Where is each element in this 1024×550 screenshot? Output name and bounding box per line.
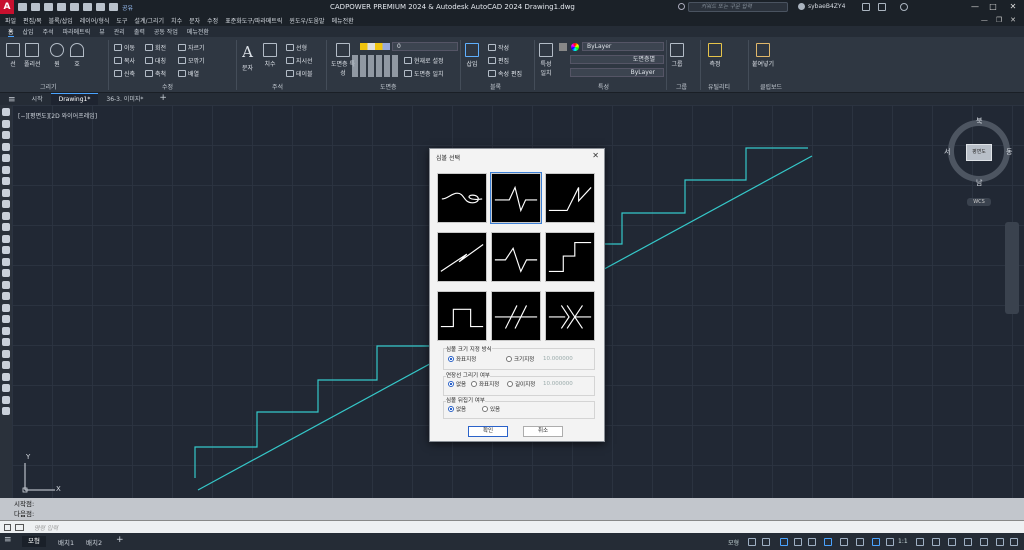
transparency-icon[interactable] <box>856 538 864 546</box>
radio-dot-icon <box>471 381 477 387</box>
symbol-double-slash-break[interactable] <box>437 232 487 282</box>
symbol-n-zigzag-break[interactable] <box>491 232 541 282</box>
navigation-bar[interactable] <box>1005 222 1019 314</box>
customize-icon[interactable] <box>4 524 11 531</box>
clean-screen-icon[interactable] <box>996 538 1004 546</box>
radio-dot-icon <box>448 356 454 362</box>
grid-icon[interactable] <box>748 538 756 546</box>
layout-tab-layout1[interactable]: 배치1 <box>58 537 74 547</box>
notch-break-icon <box>440 308 484 328</box>
compass-north[interactable]: 북 <box>976 116 982 126</box>
size-fixed-radio[interactable]: 크기지정 <box>506 355 534 363</box>
ucs-x-label: X <box>56 485 61 493</box>
z-break-icon <box>548 187 592 212</box>
n-zigzag-break-icon <box>494 247 538 273</box>
annotation-scale-icon[interactable] <box>872 538 880 546</box>
extension-coord-radio[interactable]: 좌표지정 <box>471 380 499 388</box>
double-slash-gap-icon <box>494 305 538 329</box>
wave-break-icon <box>441 192 483 204</box>
polar-icon[interactable] <box>794 538 802 546</box>
radio-dot-icon <box>448 381 454 387</box>
isodraft-icon[interactable] <box>808 538 816 546</box>
step-up-break-icon <box>548 242 592 272</box>
symbol-z-break[interactable] <box>545 173 595 223</box>
wcs-menu[interactable]: WCS <box>967 198 991 206</box>
isolate-icon[interactable] <box>964 538 972 546</box>
flip-yes-radio[interactable]: 있음 <box>482 405 500 413</box>
size-value-field[interactable]: 10.000000 <box>543 356 573 362</box>
flip-none-radio[interactable]: 없음 <box>448 405 466 413</box>
command-recent-icon[interactable] <box>15 524 24 531</box>
extension-mode-label: 연장선 그리기 여부 <box>446 371 490 379</box>
compass-west[interactable]: 서 <box>944 147 950 157</box>
radio-dot-icon <box>507 381 513 387</box>
ucs-y-label: Y <box>26 453 31 461</box>
snap-icon[interactable] <box>762 538 770 546</box>
symbol-select-dialog: 심볼 선택 ✕ 심볼 크기 지정 방식 좌표지정 크기지정 10.000000 … <box>429 148 605 442</box>
object-snap-icon[interactable] <box>824 538 832 546</box>
status-bar: ≡ 모형 배치1 배치2 + 모형 1:1 <box>0 533 1024 550</box>
ortho-icon[interactable] <box>780 538 788 546</box>
symbol-zigzag-break[interactable] <box>490 172 542 224</box>
workspace-icon[interactable] <box>916 538 924 546</box>
layout-tab-layout2[interactable]: 배치2 <box>86 537 102 547</box>
symbol-arrow-gap[interactable] <box>545 291 595 341</box>
command-line: 명령 입력 <box>0 520 1024 533</box>
symbol-notch-break[interactable] <box>437 291 487 341</box>
customization-icon[interactable] <box>1010 538 1018 546</box>
new-layout-button[interactable]: + <box>116 535 124 545</box>
symbol-wave-break[interactable] <box>437 173 487 223</box>
viewcube-top-face[interactable]: 평면도 <box>966 144 992 161</box>
symbol-double-slash-gap[interactable] <box>491 291 541 341</box>
command-history: 시작점: 다음점: <box>0 498 1024 520</box>
extension-value-field[interactable]: 10.000000 <box>543 381 573 387</box>
radio-dot-icon <box>448 406 454 412</box>
flip-mode-label: 심볼 뒤집기 여부 <box>446 396 485 404</box>
layout-menu-icon[interactable]: ≡ <box>4 535 12 545</box>
radio-dot-icon <box>506 356 512 362</box>
lineweight-icon[interactable] <box>840 538 848 546</box>
compass-south[interactable]: 남 <box>976 178 982 188</box>
layout-tab-model[interactable]: 모형 <box>22 536 46 547</box>
history-line: 시작점: <box>14 500 35 508</box>
cancel-button[interactable]: 취소 <box>523 426 563 437</box>
size-mode-label: 심볼 크기 지정 방식 <box>446 345 492 353</box>
model-space-toggle[interactable]: 모형 <box>728 538 739 547</box>
dialog-title: 심볼 선택 <box>436 155 460 162</box>
double-slash-break-icon <box>440 244 484 272</box>
annotation-monitor-icon[interactable] <box>932 538 940 546</box>
arrow-gap-icon <box>548 305 592 329</box>
radio-dot-icon <box>482 406 488 412</box>
zigzag-break-icon <box>494 185 538 213</box>
scale-dropdown[interactable]: 1:1 <box>898 538 908 545</box>
size-auto-radio[interactable]: 좌표지정 <box>448 355 476 363</box>
history-line: 다음점: <box>14 510 35 518</box>
extension-length-radio[interactable]: 길이지정 <box>507 380 535 388</box>
hardware-acceleration-icon[interactable] <box>980 538 988 546</box>
compass-east[interactable]: 동 <box>1006 147 1012 157</box>
command-input[interactable]: 명령 입력 <box>34 523 58 532</box>
ok-button[interactable]: 확인 <box>468 426 508 437</box>
units-icon[interactable] <box>948 538 956 546</box>
dialog-close-button[interactable]: ✕ <box>592 151 599 160</box>
annotation-visibility-icon[interactable] <box>886 538 894 546</box>
extension-none-radio[interactable]: 없음 <box>448 380 466 388</box>
symbol-step-up-break[interactable] <box>545 232 595 282</box>
